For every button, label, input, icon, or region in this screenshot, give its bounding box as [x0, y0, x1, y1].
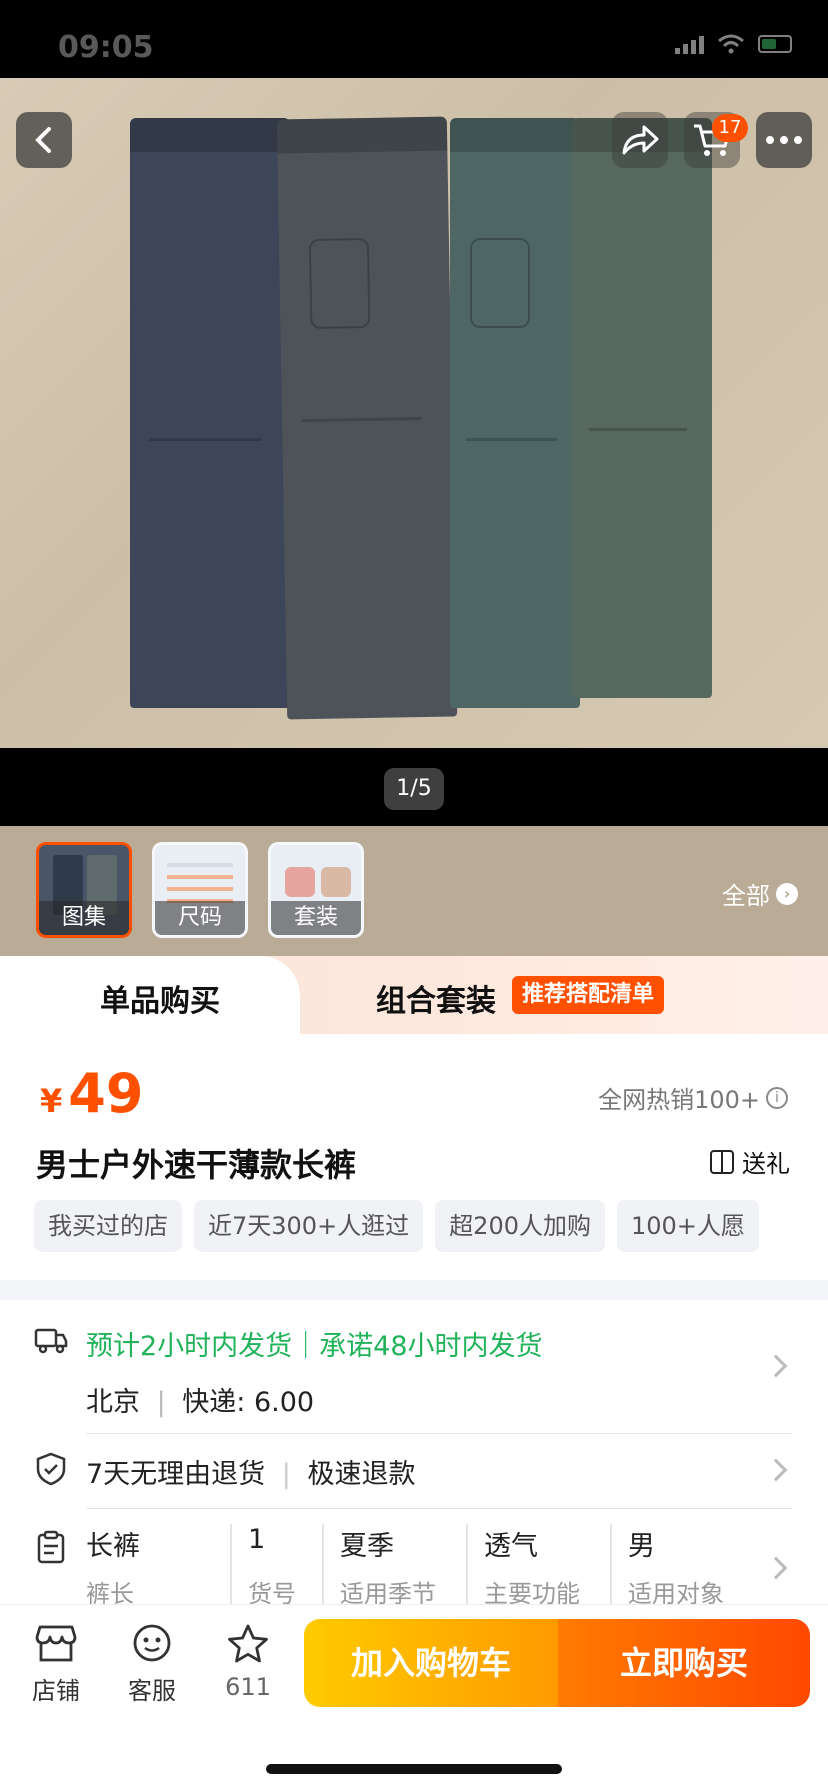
shield-check-icon	[36, 1452, 66, 1486]
truck-icon	[34, 1328, 68, 1354]
spec-item: 透气 主要功能	[466, 1524, 610, 1604]
tag-item[interactable]: 超200人加购	[435, 1200, 605, 1252]
shipping-origin-fee: 北京 | 快递: 6.00	[86, 1387, 315, 1418]
return-policy: 7天无理由退货 | 极速退款	[86, 1459, 416, 1490]
product-tags: 我买过的店 近7天300+人逛过 超200人加购 100+人愿	[34, 1200, 828, 1254]
tab-single-purchase[interactable]: 单品购买	[100, 976, 220, 1020]
battery-icon	[758, 35, 792, 53]
spec-item: 男 适用对象	[610, 1524, 746, 1604]
recommend-badge[interactable]: 推荐搭配清单	[512, 976, 665, 1014]
image-page-indicator: 1/5	[384, 768, 444, 810]
more-button[interactable]	[756, 112, 812, 168]
purchase-tabs: 单品购买 组合套装 推荐搭配清单	[0, 956, 828, 1034]
tag-item[interactable]: 近7天300+人逛过	[194, 1200, 424, 1252]
customer-service-icon	[133, 1624, 171, 1662]
favorite-button[interactable]: 611	[208, 1623, 288, 1701]
chevron-right-icon: ›	[776, 882, 798, 905]
pants-teal	[450, 118, 580, 708]
pants-gray	[276, 116, 458, 720]
buy-now-button[interactable]: 立即购买	[558, 1619, 810, 1707]
status-bar: 09:05	[0, 0, 828, 78]
thumbnail-set[interactable]: 套装	[268, 842, 364, 938]
pants-green	[572, 118, 712, 698]
delivery-promise: 预计2小时内发货｜承诺48小时内发货	[86, 1331, 543, 1362]
add-to-cart-button[interactable]: 加入购物车	[304, 1619, 558, 1707]
currency-symbol: ¥	[40, 1082, 63, 1120]
store-icon	[35, 1625, 77, 1662]
share-button[interactable]	[612, 112, 668, 168]
gift-button[interactable]: 送礼	[710, 1144, 790, 1179]
tab-combo-set[interactable]: 组合套装	[376, 976, 496, 1020]
status-time: 09:05	[58, 30, 154, 65]
thumbnail-strip: 图集 尺码 套装	[0, 826, 828, 956]
pants-navy	[130, 118, 290, 708]
thumbnail-gallery[interactable]: 图集	[36, 842, 132, 938]
chevron-right-icon	[764, 1458, 788, 1482]
customer-service-button[interactable]: 客服	[112, 1623, 192, 1706]
signal-icon	[675, 34, 704, 54]
wifi-icon	[718, 34, 744, 54]
chevron-right-icon	[764, 1354, 788, 1378]
info-icon: i	[766, 1086, 788, 1109]
cart-count-badge: 17	[712, 114, 748, 142]
thumbnail-size[interactable]: 尺码	[152, 842, 248, 938]
product-title: 男士户外速干薄款长裤	[36, 1146, 357, 1184]
price-value: 49	[68, 1062, 144, 1125]
star-icon	[228, 1624, 268, 1663]
home-indicator[interactable]	[266, 1764, 562, 1774]
clipboard-icon	[37, 1530, 65, 1564]
sales-info[interactable]: 全网热销100+ i	[598, 1080, 788, 1115]
chevron-right-icon	[764, 1556, 788, 1580]
spec-item: 夏季 适用季节	[322, 1524, 466, 1604]
price: ¥ 49	[40, 1062, 143, 1125]
chevron-left-icon	[35, 127, 51, 153]
spec-list: 长裤 裤长 1 货号 夏季 适用季节 透气 主要功能 男 适用对象 1 吊牌	[86, 1524, 746, 1604]
more-icon	[766, 136, 802, 144]
product-main-image[interactable]	[0, 78, 828, 748]
gift-icon	[710, 1149, 734, 1174]
spec-item: 长裤 裤长	[86, 1531, 140, 1604]
spec-item: 1 货号	[230, 1524, 322, 1604]
tag-item[interactable]: 我买过的店	[34, 1200, 182, 1252]
view-all-link[interactable]: 全部 ›	[722, 876, 798, 911]
tag-item[interactable]: 100+人愿	[617, 1200, 759, 1252]
store-button[interactable]: 店铺	[16, 1623, 96, 1706]
share-icon	[622, 125, 659, 155]
back-button[interactable]	[16, 112, 72, 168]
